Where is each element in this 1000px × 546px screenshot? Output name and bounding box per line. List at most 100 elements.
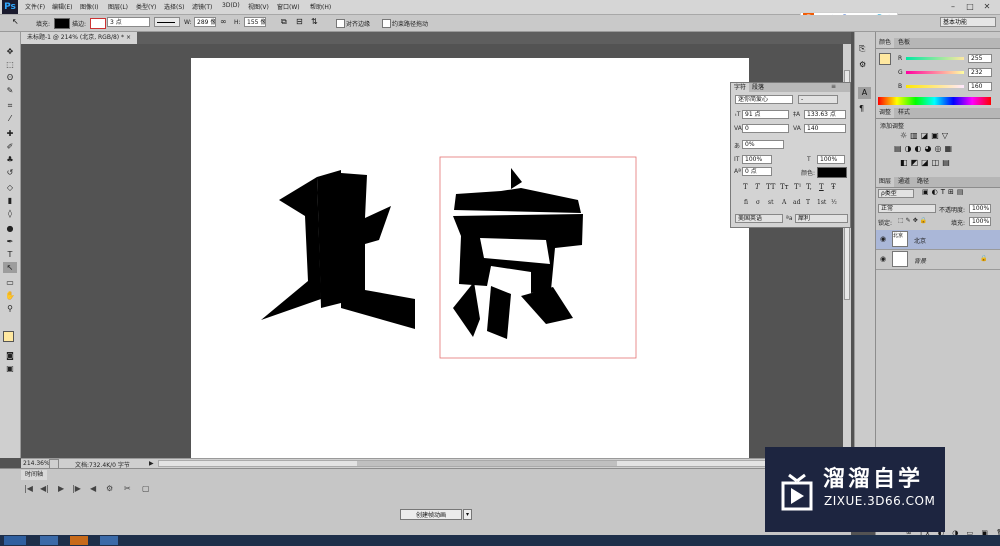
menu-layer[interactable]: 图层(L) <box>108 2 128 11</box>
menu-file[interactable]: 文件(F) <box>25 2 45 11</box>
layer-filter-icons[interactable]: ▣◐T⊞▤ <box>922 188 966 196</box>
b-slider[interactable] <box>906 85 964 88</box>
pen-tool-icon[interactable]: ✒ <box>3 236 17 247</box>
small-caps-button[interactable]: Tт <box>780 183 789 191</box>
language-select[interactable]: 美国英语 <box>735 214 783 223</box>
fill-swatch[interactable] <box>54 18 70 29</box>
history-brush-tool-icon[interactable]: ↺ <box>3 167 17 178</box>
tab-paths[interactable]: 路径 <box>914 177 932 187</box>
old-style-button[interactable]: σ <box>756 199 760 206</box>
tab-adjustments[interactable]: 调整 <box>876 108 895 118</box>
stroke-swatch[interactable] <box>90 18 106 29</box>
faux-bold-button[interactable]: T <box>743 183 748 191</box>
workspace-select[interactable]: 基本功能 <box>940 17 996 27</box>
horizontal-scroll-thumb[interactable] <box>357 461 617 466</box>
stroke-width-input[interactable]: 3 点 <box>107 17 150 27</box>
actions-panel-icon[interactable]: ⚙ <box>859 60 866 69</box>
tab-layers[interactable]: 图层 <box>876 177 895 187</box>
lock-icons[interactable]: ⬚✎✥🔒 <box>898 217 929 224</box>
all-caps-button[interactable]: TT <box>766 183 775 191</box>
constrain-path-checkbox[interactable] <box>382 19 391 28</box>
tab-color[interactable]: 颜色 <box>876 38 895 48</box>
menu-edit[interactable]: 编辑(E) <box>52 2 72 11</box>
gradient-tool-icon[interactable]: ▮ <box>3 195 17 206</box>
visibility-eye-icon[interactable]: ◉ <box>880 235 886 243</box>
first-frame-icon[interactable]: |◀ <box>24 484 33 493</box>
horizontal-scale-input[interactable]: 100% <box>817 155 845 164</box>
path-selection-tool-icon[interactable]: ↖ <box>3 262 17 273</box>
b-input[interactable]: 160 <box>968 82 992 91</box>
menu-view[interactable]: 视图(V) <box>248 2 269 11</box>
tab-swatches[interactable]: 色板 <box>895 38 913 48</box>
antialias-select[interactable]: 犀利 <box>795 214 848 223</box>
start-button[interactable] <box>4 536 26 545</box>
baseline-shift-input[interactable]: 0 点 <box>742 167 772 176</box>
path-select-tool-icon[interactable]: ↖ <box>12 17 19 26</box>
g-slider[interactable] <box>906 71 964 74</box>
discretionary-ligature-button[interactable]: st <box>768 199 774 206</box>
crop-tool-icon[interactable]: ⌗ <box>3 100 17 111</box>
adjustment-icons-row-2[interactable]: ▤◑◐◕◎▦ <box>894 144 955 153</box>
zoom-tool-icon[interactable]: ⚲ <box>3 303 17 314</box>
faux-italic-button[interactable]: T <box>755 183 760 191</box>
menu-window[interactable]: 窗口(W) <box>277 2 300 11</box>
tsume-input[interactable]: 0% <box>742 140 784 149</box>
r-input[interactable]: 255 <box>968 54 992 63</box>
tab-styles[interactable]: 样式 <box>895 108 913 118</box>
ordinals-button[interactable]: 1st <box>817 199 826 206</box>
adjustment-icons-row-3[interactable]: ◧◩◪◫▤ <box>900 158 953 167</box>
tab-paragraph[interactable]: 段落 <box>749 83 767 92</box>
color-foreground-swatch[interactable] <box>879 53 891 65</box>
layer-row-text[interactable]: ◉ 北京 北京 <box>876 230 1000 250</box>
tab-close-icon[interactable]: × <box>126 34 131 41</box>
tab-channels[interactable]: 通道 <box>895 177 913 187</box>
zoom-level[interactable]: 214.36% <box>23 460 50 467</box>
layer-filter-select[interactable]: ρ类型 <box>878 189 914 198</box>
eyedropper-tool-icon[interactable]: ⁄ <box>3 113 17 124</box>
move-tool-icon[interactable]: ✥ <box>3 46 17 57</box>
prev-frame-icon[interactable]: ◀| <box>40 484 49 493</box>
height-input[interactable]: 155 像 <box>244 17 266 27</box>
superscript-button[interactable]: T¹ <box>794 183 801 191</box>
fill-input[interactable]: 100% <box>969 217 991 226</box>
tab-character[interactable]: 字符 <box>731 83 750 92</box>
taskbar-app-1[interactable] <box>40 536 58 545</box>
history-panel-icon[interactable]: ⎘ <box>859 44 865 54</box>
layer-name[interactable]: 北京 <box>914 236 926 245</box>
close-button[interactable]: ✕ <box>980 1 994 12</box>
layer-name[interactable]: 背景 <box>914 256 926 265</box>
text-color-swatch[interactable] <box>817 167 847 178</box>
strikethrough-button[interactable]: Ŧ <box>831 183 836 191</box>
hand-tool-icon[interactable]: ✋ <box>3 290 17 301</box>
font-size-input[interactable]: 91 点 <box>742 110 789 119</box>
underline-button[interactable]: T <box>819 183 824 191</box>
menu-image[interactable]: 图像(I) <box>80 2 98 11</box>
font-style-select[interactable]: - <box>798 95 838 104</box>
stroke-type-select[interactable] <box>154 17 180 27</box>
visibility-eye-icon[interactable]: ◉ <box>880 255 886 263</box>
link-icon[interactable]: ∞ <box>220 17 227 26</box>
transition-icon[interactable]: ▢ <box>142 484 150 493</box>
shape-tool-icon[interactable]: ▭ <box>3 277 17 288</box>
horizontal-scrollbar[interactable] <box>158 460 851 467</box>
vertical-scale-input[interactable]: 100% <box>742 155 772 164</box>
document-canvas[interactable] <box>191 58 749 460</box>
blur-tool-icon[interactable]: ◊ <box>3 208 17 219</box>
taskbar-app-2[interactable] <box>70 536 88 545</box>
screen-mode-icon[interactable]: ▣ <box>3 363 17 374</box>
ligature-button[interactable]: fi <box>744 199 748 206</box>
fractions-button[interactable]: ½ <box>831 199 837 206</box>
timeline-settings-icon[interactable]: ⚙ <box>106 484 113 493</box>
healing-tool-icon[interactable]: ✚ <box>3 128 17 139</box>
create-frame-animation-button[interactable]: 创建帧动画 <box>400 509 462 520</box>
path-align-icon[interactable]: ⊟ <box>296 17 303 26</box>
status-menu-arrow-icon[interactable]: ▶ <box>149 460 154 467</box>
next-frame-icon[interactable]: |▶ <box>72 484 81 493</box>
align-edges-checkbox[interactable] <box>336 19 345 28</box>
leading-input[interactable]: 133.63 点 <box>804 110 846 119</box>
dodge-tool-icon[interactable]: ● <box>3 223 17 234</box>
split-icon[interactable]: ✂ <box>124 484 131 493</box>
foreground-color-swatch[interactable] <box>3 331 14 342</box>
brush-tool-icon[interactable]: ✐ <box>3 141 17 152</box>
g-input[interactable]: 232 <box>968 68 992 77</box>
